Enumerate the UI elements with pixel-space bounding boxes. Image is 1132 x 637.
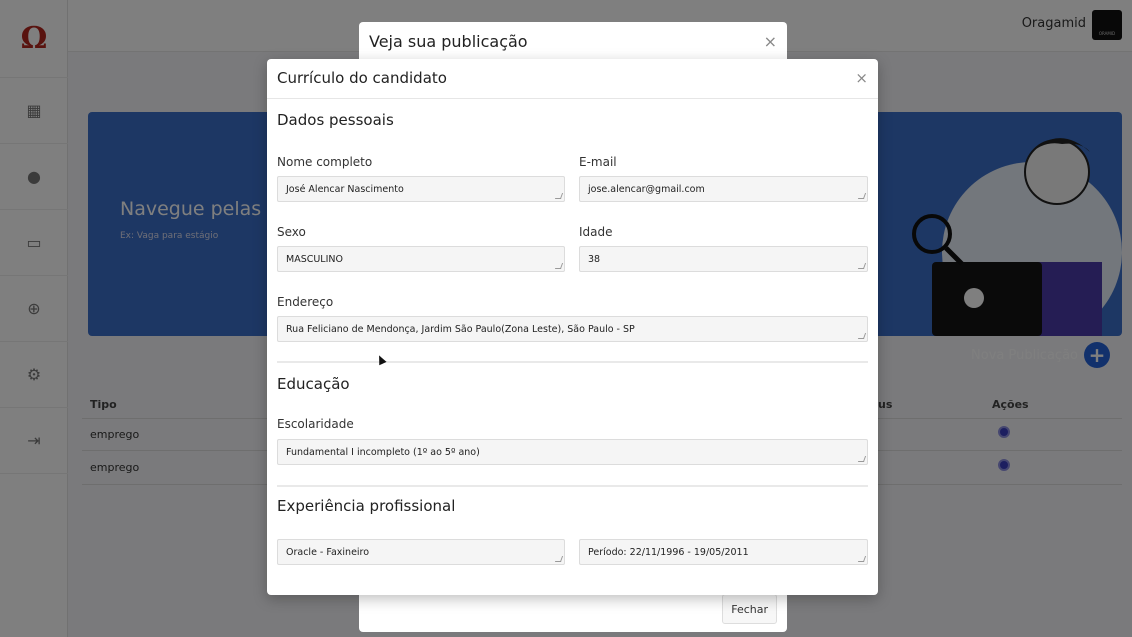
- close-icon[interactable]: ×: [855, 69, 868, 87]
- age-label: Idade: [579, 225, 613, 239]
- resume-modal: Currículo do candidato × Dados pessoais …: [267, 59, 878, 595]
- name-field[interactable]: José Alencar Nascimento: [277, 176, 565, 202]
- age-field[interactable]: 38: [579, 246, 868, 272]
- section-title-personal: Dados pessoais: [277, 111, 394, 129]
- education-level-field[interactable]: Fundamental I incompleto (1º ao 5º ano): [277, 439, 868, 465]
- address-field[interactable]: Rua Feliciano de Mendonça, Jardim São Pa…: [277, 316, 868, 342]
- education-level-label: Escolaridade: [277, 417, 354, 431]
- mouse-cursor: [375, 353, 387, 366]
- name-label: Nome completo: [277, 155, 373, 169]
- address-label: Endereço: [277, 295, 334, 309]
- sex-field[interactable]: MASCULINO: [277, 246, 565, 272]
- sex-label: Sexo: [277, 225, 306, 239]
- resume-modal-title: Currículo do candidato: [277, 69, 447, 87]
- email-field[interactable]: jose.alencar@gmail.com: [579, 176, 868, 202]
- resume-modal-header: Currículo do candidato ×: [267, 59, 878, 99]
- section-divider: [277, 485, 868, 487]
- publication-modal-title: Veja sua publicação: [369, 32, 528, 51]
- email-label: E-mail: [579, 155, 617, 169]
- close-button[interactable]: Fechar: [722, 594, 777, 624]
- section-divider: [277, 361, 868, 363]
- company-role-field[interactable]: Oracle - Faxineiro: [277, 539, 565, 565]
- section-title-education: Educação: [277, 375, 350, 393]
- close-icon[interactable]: ×: [764, 32, 777, 51]
- section-title-experience: Experiência profissional: [277, 497, 456, 515]
- period-field[interactable]: Período: 22/11/1996 - 19/05/2011: [579, 539, 868, 565]
